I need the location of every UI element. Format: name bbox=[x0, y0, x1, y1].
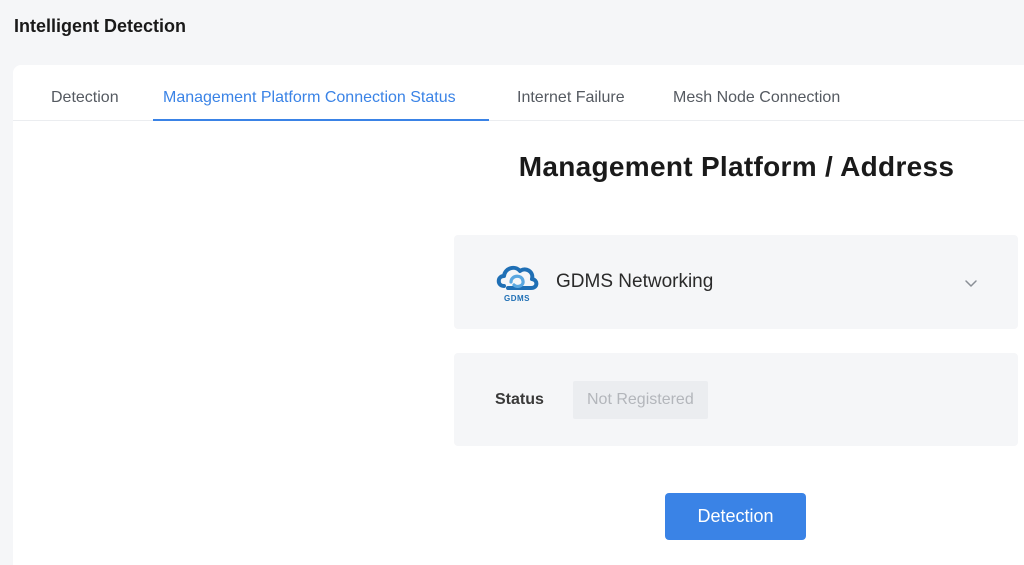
status-panel: Status Not Registered bbox=[454, 353, 1018, 446]
content-card: Detection Management Platform Connection… bbox=[13, 65, 1024, 565]
section-title: Management Platform / Address bbox=[518, 151, 955, 182]
status-badge: Not Registered bbox=[573, 381, 708, 419]
gdms-cloud-logo-icon: GDMS bbox=[496, 265, 539, 303]
platform-select[interactable]: GDMS GDMS Networking bbox=[454, 235, 1018, 329]
page-title: Intelligent Detection bbox=[14, 16, 187, 36]
tab-internet-failure[interactable]: Internet Failure bbox=[517, 65, 625, 121]
chevron-down-icon[interactable] bbox=[963, 275, 979, 291]
tab-detection[interactable]: Detection bbox=[51, 65, 119, 121]
tab-management-platform-connection-status[interactable]: Management Platform Connection Status bbox=[163, 65, 456, 121]
tab-bar: Detection Management Platform Connection… bbox=[13, 65, 1024, 121]
gdms-logo-text: GDMS bbox=[504, 294, 530, 303]
platform-name: GDMS Networking bbox=[556, 271, 714, 292]
detection-button[interactable]: Detection bbox=[665, 493, 806, 540]
status-label: Status bbox=[495, 391, 544, 408]
active-tab-indicator bbox=[153, 119, 489, 121]
tab-mesh-node-connection[interactable]: Mesh Node Connection bbox=[673, 65, 840, 121]
